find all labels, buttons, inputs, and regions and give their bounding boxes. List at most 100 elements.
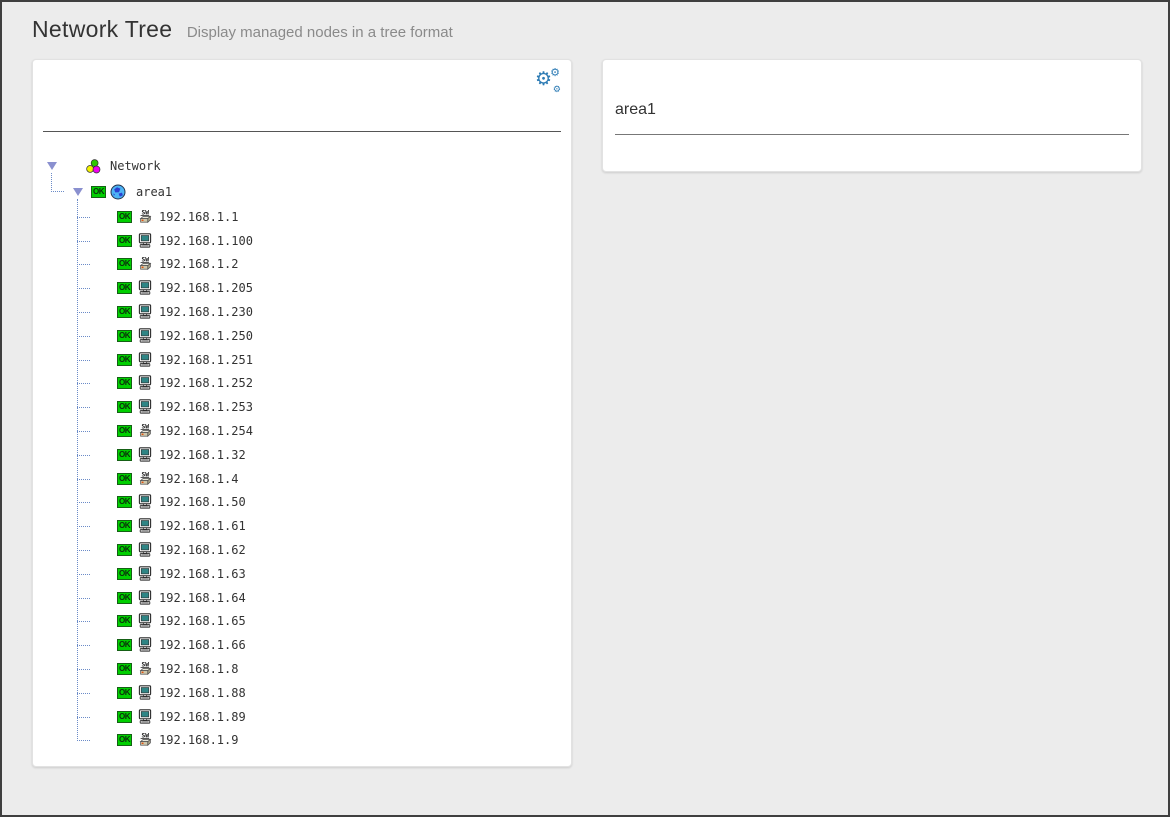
- node-label[interactable]: 192.168.1.1: [159, 210, 238, 224]
- tree-connector-line: [77, 407, 90, 409]
- tree-node-row[interactable]: OK 192.168.1.254: [33, 419, 571, 443]
- tree-node-row[interactable]: OK 192.168.1.9: [33, 729, 571, 753]
- computer-icon: [137, 566, 153, 582]
- status-badge: OK: [117, 377, 132, 390]
- status-badge: OK: [117, 401, 132, 414]
- tree-node-row[interactable]: OK 192.168.1.62: [33, 538, 571, 562]
- tree-node-row[interactable]: OK 192.168.1.100: [33, 229, 571, 253]
- node-label[interactable]: 192.168.1.32: [159, 448, 246, 462]
- tree-connector-line: [77, 359, 90, 361]
- tree-settings-button[interactable]: ⚙ ⚙ ⚙: [535, 67, 561, 94]
- tree-node-row[interactable]: OK 192.168.1.252: [33, 372, 571, 396]
- tree-connector-line: [77, 478, 90, 480]
- page-title: Network Tree: [32, 16, 173, 42]
- node-label[interactable]: 192.168.1.63: [159, 567, 246, 581]
- node-label[interactable]: 192.168.1.89: [159, 710, 246, 724]
- node-label[interactable]: Network: [110, 159, 161, 173]
- node-label[interactable]: 192.168.1.205: [159, 281, 253, 295]
- tree-node-row[interactable]: OK 192.168.1.205: [33, 276, 571, 300]
- computer-icon: [137, 304, 153, 320]
- computer-icon: [137, 375, 153, 391]
- tree-connector-line: [77, 502, 90, 504]
- detail-panel: area1: [602, 59, 1142, 172]
- node-label[interactable]: 192.168.1.8: [159, 662, 238, 676]
- tree-children: OK 192.168.1.1 OK 192.168.1.100 OK 192.1…: [33, 199, 571, 753]
- tree-node-network[interactable]: Network: [33, 153, 571, 179]
- switch-icon: [137, 256, 153, 272]
- tree-node-row[interactable]: OK 192.168.1.1: [33, 205, 571, 229]
- status-badge: OK: [117, 234, 132, 247]
- tree-node-area1[interactable]: OK area1: [33, 173, 571, 205]
- globe-icon: [110, 184, 126, 200]
- node-label[interactable]: 192.168.1.64: [159, 591, 246, 605]
- computer-icon: [137, 447, 153, 463]
- tree-node-row[interactable]: OK 192.168.1.2: [33, 253, 571, 277]
- computer-icon: [137, 352, 153, 368]
- tree-node-row[interactable]: OK 192.168.1.8: [33, 657, 571, 681]
- node-label[interactable]: 192.168.1.250: [159, 329, 253, 343]
- tree-connector-line: [77, 550, 90, 552]
- status-badge: OK: [117, 567, 132, 580]
- switch-icon: [137, 209, 153, 225]
- tree-node-row[interactable]: OK 192.168.1.61: [33, 514, 571, 538]
- node-label[interactable]: 192.168.1.62: [159, 543, 246, 557]
- node-label[interactable]: 192.168.1.4: [159, 472, 238, 486]
- node-label[interactable]: 192.168.1.65: [159, 614, 246, 628]
- status-badge: OK: [91, 186, 106, 198]
- tree-connector-line: [77, 645, 90, 647]
- status-badge: OK: [117, 591, 132, 604]
- detail-panel-title: area1: [615, 101, 656, 118]
- tree-node-row[interactable]: OK 192.168.1.4: [33, 467, 571, 491]
- tree-node-row[interactable]: OK 192.168.1.65: [33, 610, 571, 634]
- node-label[interactable]: 192.168.1.100: [159, 234, 253, 248]
- status-badge: OK: [117, 282, 132, 295]
- tree-connector-line: [77, 454, 90, 456]
- node-label[interactable]: 192.168.1.66: [159, 638, 246, 652]
- node-label[interactable]: 192.168.1.254: [159, 424, 253, 438]
- node-label[interactable]: 192.168.1.252: [159, 376, 253, 390]
- status-badge: OK: [117, 639, 132, 652]
- status-badge: OK: [117, 329, 132, 342]
- computer-icon: [137, 709, 153, 725]
- tree-node-row[interactable]: OK 192.168.1.32: [33, 443, 571, 467]
- tree-panel: ⚙ ⚙ ⚙ Network OK area1 OK 192.168.1.1 OK: [32, 59, 572, 767]
- collapse-triangle-icon[interactable]: [73, 188, 83, 196]
- switch-icon: [137, 423, 153, 439]
- status-badge: OK: [117, 520, 132, 533]
- computer-icon: [137, 399, 153, 415]
- tree-connector-line: [77, 288, 90, 290]
- node-label[interactable]: 192.168.1.253: [159, 400, 253, 414]
- status-badge: OK: [117, 544, 132, 557]
- tree-node-row[interactable]: OK 192.168.1.88: [33, 681, 571, 705]
- collapse-triangle-icon[interactable]: [47, 162, 57, 170]
- node-label[interactable]: 192.168.1.50: [159, 495, 246, 509]
- tree-connector-line: [77, 669, 90, 671]
- computer-icon: [137, 637, 153, 653]
- node-label[interactable]: 192.168.1.251: [159, 353, 253, 367]
- computer-icon: [137, 494, 153, 510]
- tree-node-row[interactable]: OK 192.168.1.250: [33, 324, 571, 348]
- node-label[interactable]: 192.168.1.230: [159, 305, 253, 319]
- network-tree: Network OK area1 OK 192.168.1.1 OK 192.1…: [33, 153, 571, 752]
- node-label[interactable]: 192.168.1.2: [159, 257, 238, 271]
- tree-connector-line: [77, 264, 90, 266]
- tree-node-row[interactable]: OK 192.168.1.230: [33, 300, 571, 324]
- switch-icon: [137, 732, 153, 748]
- node-label[interactable]: 192.168.1.9: [159, 733, 238, 747]
- status-badge: OK: [117, 615, 132, 628]
- tree-node-row[interactable]: OK 192.168.1.50: [33, 491, 571, 515]
- tree-node-row[interactable]: OK 192.168.1.66: [33, 633, 571, 657]
- tree-node-row[interactable]: OK 192.168.1.251: [33, 348, 571, 372]
- node-label[interactable]: area1: [136, 185, 172, 199]
- tree-node-row[interactable]: OK 192.168.1.253: [33, 395, 571, 419]
- tree-node-row[interactable]: OK 192.168.1.63: [33, 562, 571, 586]
- tree-node-row[interactable]: OK 192.168.1.64: [33, 586, 571, 610]
- gear-small-top-icon: ⚙: [550, 67, 560, 79]
- node-label[interactable]: 192.168.1.88: [159, 686, 246, 700]
- status-badge: OK: [117, 353, 132, 366]
- tree-connector-line: [77, 597, 90, 599]
- page-subtitle: Display managed nodes in a tree format: [186, 24, 453, 41]
- switch-icon: [137, 471, 153, 487]
- node-label[interactable]: 192.168.1.61: [159, 519, 246, 533]
- tree-node-row[interactable]: OK 192.168.1.89: [33, 705, 571, 729]
